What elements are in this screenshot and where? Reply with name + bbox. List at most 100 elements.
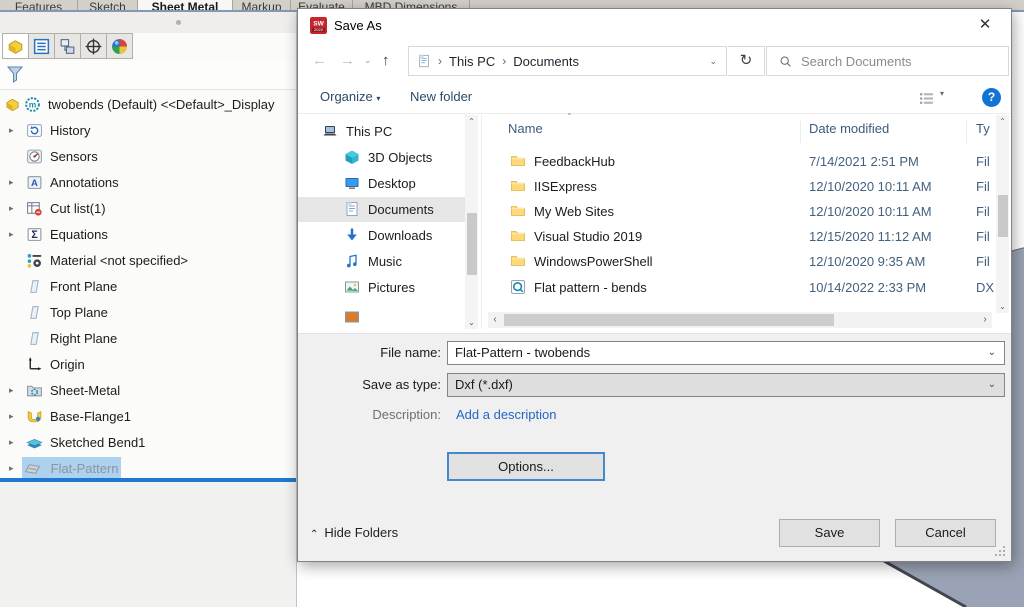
nav-item-desktop[interactable]: Desktop [298,171,465,196]
file-row-windowspowershell[interactable]: WindowsPowerShell 12/10/2020 9:35 AM Fil [482,249,992,274]
tree-filter-row [0,61,296,90]
plane-icon [26,304,43,321]
tab-sheet-metal[interactable]: Sheet Metal [138,0,233,10]
new-folder-button[interactable]: New folder [410,89,472,104]
tab-display-manager[interactable] [28,33,55,59]
address-bar[interactable]: › This PC › Documents ⌄ [408,46,727,76]
scroll-down-icon[interactable]: ⌄ [465,318,478,327]
tree-item-sheet-metal[interactable]: ▸ Sheet-Metal [0,378,296,403]
file-row-feedbackhub[interactable]: FeedbackHub 7/14/2021 2:51 PM Fil [482,149,992,174]
expand-arrow-icon[interactable]: ▸ [9,404,14,429]
tree-item-cut-list[interactable]: ▸ Cut list(1) [0,196,296,221]
search-box[interactable]: Search Documents [766,46,1009,76]
tree-item-origin[interactable]: Origin [0,352,296,377]
scroll-right-icon[interactable]: › [978,312,992,328]
panel-collapse-handle[interactable] [176,20,181,25]
file-date: 12/10/2020 10:11 AM [809,174,932,199]
file-row-visual-studio[interactable]: Visual Studio 2019 12/15/2020 11:12 AM F… [482,224,992,249]
tab-display-states[interactable] [106,33,133,59]
resize-grip[interactable] [994,545,1006,557]
column-header-type[interactable]: Ty [976,121,990,136]
back-arrow-icon[interactable]: ← [312,46,327,76]
forward-arrow-icon[interactable]: → [340,46,355,76]
expand-arrow-icon[interactable]: ▸ [9,430,14,455]
target-icon [84,37,103,56]
tree-item-right-plane[interactable]: Right Plane [0,326,296,351]
horizontal-scrollbar[interactable]: ‹ › [488,312,992,328]
column-header-name[interactable]: Name [508,121,543,136]
save-as-type-select[interactable]: Dxf (*.dxf) ⌄ [447,373,1005,397]
nav-item-documents[interactable]: Documents [298,197,465,222]
expand-arrow-icon[interactable]: ▸ [9,170,14,195]
expand-arrow-icon[interactable]: ▸ [9,118,14,143]
tree-item-equations[interactable]: ▸ Σ Equations [0,222,296,247]
tree-root-item[interactable]: m twobends (Default) <<Default>_Display [0,92,296,117]
file-list-scrollbar[interactable]: ⌃ ⌄ [996,115,1009,313]
history-dropdown-icon[interactable]: ⌄ [364,55,372,66]
scroll-left-icon[interactable]: ‹ [488,312,502,328]
scroll-down-icon[interactable]: ⌄ [996,302,1009,311]
filter-funnel-icon[interactable] [5,64,25,84]
nav-item-partial[interactable] [298,305,465,329]
nav-item-music[interactable]: Music [298,249,465,274]
up-arrow-icon[interactable]: ↑ [382,46,390,76]
address-dropdown-icon[interactable]: ⌄ [709,56,717,67]
expand-arrow-icon[interactable]: ▸ [9,196,14,221]
file-row-flat-pattern-bends[interactable]: Flat pattern - bends 10/14/2022 2:33 PM … [482,275,992,300]
tree-item-history[interactable]: ▸ History [0,118,296,143]
nav-item-downloads[interactable]: Downloads [298,223,465,248]
cancel-button[interactable]: Cancel [895,519,996,547]
tab-features[interactable]: Features [0,0,78,10]
nav-item-3d-objects[interactable]: 3D Objects [298,145,465,170]
scroll-thumb[interactable] [467,213,477,275]
nav-item-this-pc[interactable]: This PC [298,119,465,144]
column-divider[interactable] [966,121,967,143]
view-mode-dropdown-icon[interactable]: ▾ [940,89,944,98]
tree-item-front-plane[interactable]: Front Plane [0,274,296,299]
help-icon[interactable]: ? [982,88,1001,107]
scroll-thumb[interactable] [504,314,834,326]
tree-item-label: Right Plane [50,326,117,351]
organize-dropdown-icon: ▾ [376,94,380,103]
scroll-thumb[interactable] [998,195,1008,237]
column-divider[interactable] [800,121,801,143]
tab-feature-tree[interactable] [2,33,29,59]
tab-markup[interactable]: Markup [233,0,291,10]
breadcrumb-documents[interactable]: Documents [513,54,579,69]
file-date: 12/15/2020 11:12 AM [809,224,932,249]
refresh-icon[interactable]: ↻ [728,46,765,76]
expand-arrow-icon[interactable]: ▸ [9,378,14,403]
tree-item-base-flange[interactable]: ▸ Base-Flange1 [0,404,296,429]
chevron-down-icon[interactable]: ⌄ [988,374,996,396]
close-icon[interactable]: ✕ [968,13,1002,37]
nav-scrollbar[interactable]: ⌃ ⌄ [465,115,478,329]
dialog-toolbar: Organize ▾ New folder ▾ ? [298,85,1011,113]
column-header-date[interactable]: Date modified [809,121,889,136]
file-name-input[interactable]: Flat-Pattern - twobends ⌄ [447,341,1005,365]
tree-item-sketched-bend[interactable]: ▸ Sketched Bend1 [0,430,296,455]
tree-item-label: Top Plane [50,300,108,325]
view-mode-icon[interactable] [918,90,935,107]
nav-item-pictures[interactable]: Pictures [298,275,465,300]
tab-sketch[interactable]: Sketch [78,0,138,10]
tab-dimxpert-manager[interactable] [80,33,107,59]
hide-folders-button[interactable]: ⌃Hide Folders [310,525,398,540]
tree-item-material[interactable]: Material <not specified> [0,248,296,273]
tab-configuration-manager[interactable] [54,33,81,59]
tree-item-top-plane[interactable]: Top Plane [0,300,296,325]
scroll-up-icon[interactable]: ⌃ [465,117,478,126]
downloads-icon [344,227,360,243]
add-description-link[interactable]: Add a description [456,407,556,422]
tree-item-sensors[interactable]: Sensors [0,144,296,169]
file-row-iisexpress[interactable]: IISExpress 12/10/2020 10:11 AM Fil [482,174,992,199]
scroll-up-icon[interactable]: ⌃ [996,117,1009,126]
options-button[interactable]: Options... [447,452,605,481]
expand-arrow-icon[interactable]: ▸ [9,222,14,247]
tree-item-annotations[interactable]: ▸ A Annotations [0,170,296,195]
file-row-my-web-sites[interactable]: My Web Sites 12/10/2020 10:11 AM Fil [482,199,992,224]
organize-button[interactable]: Organize ▾ [320,89,380,104]
save-button[interactable]: Save [779,519,880,547]
chevron-down-icon[interactable]: ⌄ [988,342,996,364]
tree-item-label: Origin [50,352,85,377]
breadcrumb-this-pc[interactable]: This PC [449,54,495,69]
